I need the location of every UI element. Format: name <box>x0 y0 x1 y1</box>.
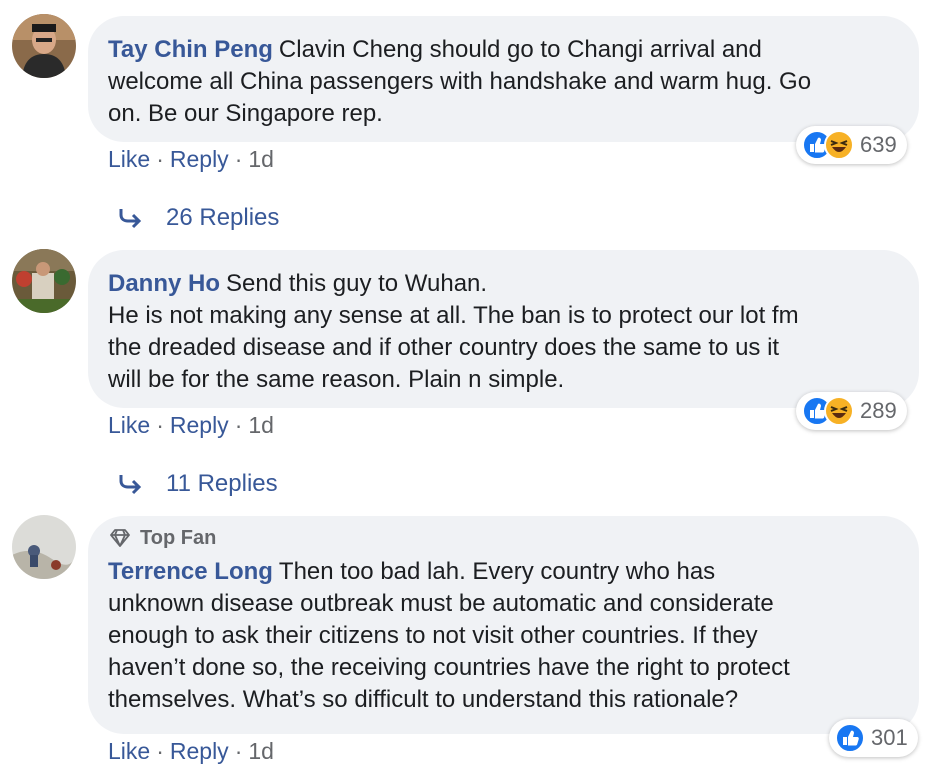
like-link[interactable]: Like <box>108 738 150 765</box>
like-link[interactable]: Like <box>108 146 150 173</box>
comment-author[interactable]: Danny Ho <box>108 270 220 297</box>
reaction-count: 639 <box>860 132 897 157</box>
profile-photo <box>12 515 76 579</box>
reply-link[interactable]: Reply <box>170 738 229 765</box>
view-replies-link[interactable]: 26 Replies <box>118 204 279 232</box>
separator: · <box>234 412 243 438</box>
comment-actions: Like · Reply · 1d <box>108 738 274 765</box>
profile-photo <box>12 14 76 78</box>
replies-count: 26 Replies <box>166 204 280 231</box>
like-link[interactable]: Like <box>108 412 150 439</box>
reaction-count: 289 <box>860 398 897 423</box>
reply-link[interactable]: Reply <box>170 412 229 439</box>
reaction-summary[interactable]: 639 <box>796 126 907 164</box>
reaction-count: 301 <box>871 725 908 750</box>
reaction-summary[interactable]: 301 <box>829 719 918 757</box>
separator: · <box>156 738 164 764</box>
comment-time[interactable]: 1d <box>248 146 274 173</box>
separator: · <box>234 738 243 764</box>
comment-time[interactable]: 1d <box>248 738 274 765</box>
comment-bubble: Tay Chin Peng Clavin Cheng should go to C… <box>88 16 919 142</box>
badge-label: Top Fan <box>140 527 217 549</box>
haha-icon <box>824 396 854 426</box>
comment-bubble: Danny Ho Send this guy to Wuhan. He is no… <box>88 250 919 408</box>
reply-arrow-icon <box>119 209 142 229</box>
view-replies-link[interactable]: 11 Replies <box>118 470 278 498</box>
like-icon <box>835 723 865 753</box>
reply-arrow-icon <box>119 475 142 495</box>
separator: · <box>156 146 164 172</box>
profile-photo <box>12 249 76 313</box>
comment-bubble: Top Fan Terrence Long Then too bad lah. E… <box>88 516 919 734</box>
reaction-summary[interactable]: 289 <box>796 392 907 430</box>
comment-actions: Like · Reply · 1d <box>108 412 274 439</box>
comment-time[interactable]: 1d <box>248 412 274 439</box>
separator: · <box>156 412 164 438</box>
avatar-terrence-long[interactable] <box>12 515 76 579</box>
avatar-tay-chin-peng[interactable] <box>12 14 76 78</box>
haha-icon <box>824 130 854 160</box>
diamond-icon <box>110 529 130 547</box>
comment-author[interactable]: Terrence Long <box>108 558 273 585</box>
separator: · <box>234 146 243 172</box>
top-fan-badge: Top Fan <box>108 526 897 550</box>
comment-actions: Like · Reply · 1d <box>108 146 274 173</box>
comment-author[interactable]: Tay Chin Peng <box>108 36 273 63</box>
reply-link[interactable]: Reply <box>170 146 229 173</box>
replies-count: 11 Replies <box>166 470 278 497</box>
avatar-danny-ho[interactable] <box>12 249 76 313</box>
